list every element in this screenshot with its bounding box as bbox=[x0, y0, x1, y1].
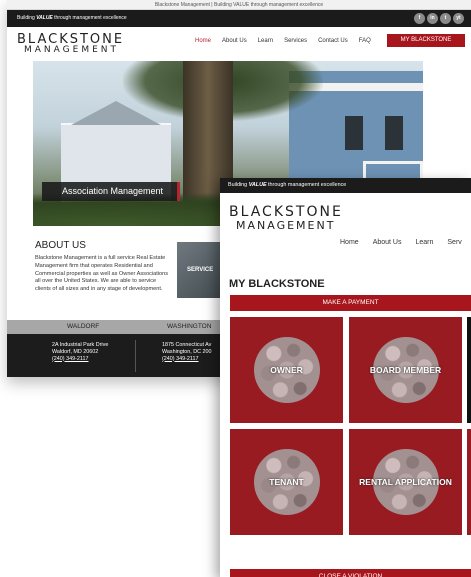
tile-label: BOARD MEMBER bbox=[369, 365, 442, 375]
nav-faq[interactable]: FAQ bbox=[359, 38, 371, 44]
screenshot-composite: Blackstone Management | Building VALUE t… bbox=[0, 0, 471, 577]
phone-link[interactable]: (240) 349-2117 bbox=[162, 356, 212, 363]
facebook-icon[interactable]: f bbox=[414, 13, 425, 24]
divider bbox=[135, 340, 136, 372]
mobile-site-window: Building VALUE through management excell… bbox=[220, 178, 471, 577]
nav-home[interactable]: Home bbox=[195, 38, 211, 44]
location-address: 1875 Connecticut Av Washington, DC 200 (… bbox=[162, 342, 212, 362]
about-heading: ABOUT US bbox=[35, 240, 86, 251]
twitter-icon[interactable]: t bbox=[440, 13, 451, 24]
location-name: WALDORF bbox=[67, 323, 100, 330]
top-tagline-bar: Building VALUE through management excell… bbox=[7, 10, 471, 27]
social-links: f in t yt bbox=[414, 13, 464, 24]
page-title: MY BLACKSTONE bbox=[229, 278, 325, 290]
location-name: WASHINGTON bbox=[167, 323, 212, 330]
browser-title-bar: Blackstone Management | Building VALUE t… bbox=[7, 0, 471, 10]
logo-subtitle: MANAGEMENT bbox=[236, 219, 336, 232]
nav-services[interactable]: Services bbox=[284, 38, 307, 44]
main-nav: Home About Us Learn Serv bbox=[340, 239, 462, 246]
linkedin-icon[interactable]: in bbox=[427, 13, 438, 24]
site-header: BLACKSTONE MANAGEMENT Home About Us Lear… bbox=[7, 27, 471, 60]
main-nav: Home About Us Learn Services Contact Us … bbox=[195, 38, 371, 44]
top-tagline-bar: Building VALUE through management excell… bbox=[220, 178, 471, 193]
nav-about-us[interactable]: About Us bbox=[222, 38, 247, 44]
tile-label: TENANT bbox=[269, 477, 304, 487]
tile-label: OWNER bbox=[270, 365, 303, 375]
nav-learn[interactable]: Learn bbox=[415, 239, 433, 246]
partial-tile bbox=[467, 429, 471, 535]
rental-application-tile[interactable]: RENTAL APPLICATION bbox=[349, 429, 462, 535]
tagline: Building VALUE through management excell… bbox=[228, 182, 347, 188]
location-address: 2A Industrial Park Drive Waldorf, MD 206… bbox=[52, 342, 109, 363]
tile-label: RENTAL APPLICATION bbox=[359, 477, 452, 487]
owner-tile[interactable]: OWNER bbox=[230, 317, 343, 423]
make-payment-button[interactable]: MAKE A PAYMENT bbox=[230, 295, 471, 311]
logo-wordmark[interactable]: BLACKSTONE bbox=[229, 204, 343, 220]
about-text: Blackstone Management is a full service … bbox=[35, 255, 169, 293]
board-member-tile[interactable]: BOARD MEMBER bbox=[349, 317, 462, 423]
hero-caption: Association Management bbox=[42, 182, 180, 201]
logo-subtitle: MANAGEMENT bbox=[24, 45, 119, 55]
my-blackstone-button[interactable]: MY BLACKSTONE bbox=[387, 34, 465, 47]
nav-learn[interactable]: Learn bbox=[258, 38, 273, 44]
tagline: Building VALUE through management excell… bbox=[17, 15, 127, 21]
partial-tile bbox=[467, 317, 471, 423]
phone-link[interactable]: (240) 349-2117 bbox=[52, 356, 108, 363]
close-violation-button[interactable]: CLOSE A VIOLATION bbox=[230, 569, 471, 577]
nav-home[interactable]: Home bbox=[340, 239, 359, 246]
nav-contact-us[interactable]: Contact Us bbox=[318, 38, 348, 44]
nav-about-us[interactable]: About Us bbox=[373, 239, 402, 246]
tenant-tile[interactable]: TENANT bbox=[230, 429, 343, 535]
youtube-icon[interactable]: yt bbox=[453, 13, 464, 24]
nav-services[interactable]: Serv bbox=[447, 239, 461, 246]
